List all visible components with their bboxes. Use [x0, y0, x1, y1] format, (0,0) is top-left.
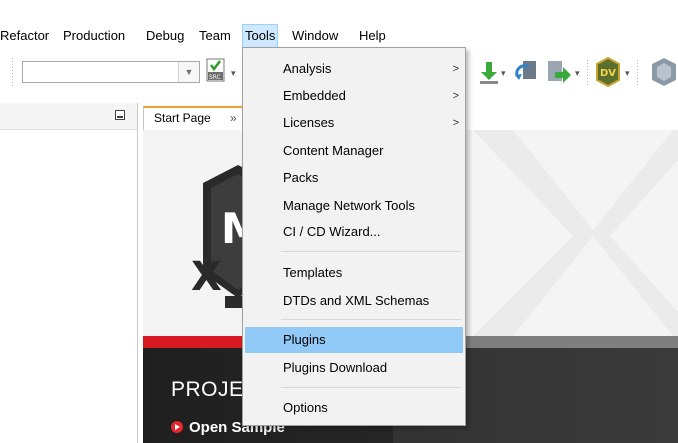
menu-item-label: Plugins Download: [283, 360, 388, 375]
menu-item-label: CI / CD Wizard...: [283, 224, 381, 239]
menu-item-options[interactable]: Options: [245, 395, 463, 421]
dv-icon[interactable]: DV: [595, 56, 621, 90]
menu-item-plugins[interactable]: Plugins: [245, 327, 463, 353]
menu-item-templates[interactable]: Templates: [245, 260, 463, 286]
projects-section-title: PROJE: [171, 378, 244, 401]
menu-item-label: Templates: [283, 265, 343, 280]
menu-separator: [281, 251, 461, 252]
tab-overflow-icon[interactable]: »: [230, 108, 237, 128]
menu-item-label: Analysis: [283, 61, 332, 76]
menu-window[interactable]: Window: [292, 24, 338, 48]
reload-icon[interactable]: [511, 58, 539, 89]
program-device-icon[interactable]: [545, 58, 573, 89]
menu-item-licenses[interactable]: Licenses >: [245, 110, 463, 136]
minimize-icon[interactable]: [115, 110, 125, 120]
menu-item-label: Packs: [283, 170, 319, 185]
menu-item-label: DTDs and XML Schemas: [283, 293, 430, 308]
left-panel: [0, 103, 138, 443]
window-top-strip: [0, 0, 678, 24]
program-dropdown-icon[interactable]: ▾: [575, 68, 580, 79]
menubar: Refactor Production Debug Team Tools Win…: [0, 24, 678, 48]
menu-team[interactable]: Team: [199, 24, 231, 48]
src-build-icon[interactable]: SRC: [205, 58, 229, 87]
menu-item-label: Manage Network Tools: [283, 198, 415, 213]
download-icon[interactable]: [476, 60, 502, 89]
tools-menu-dropdown: Analysis > Embedded > Licenses > Content…: [242, 47, 466, 426]
menu-item-label: Licenses: [283, 115, 335, 130]
dv-dropdown-icon[interactable]: ▾: [625, 68, 630, 79]
menu-separator: [281, 319, 461, 320]
submenu-arrow-icon: >: [452, 117, 459, 129]
svg-text:SRC: SRC: [209, 74, 221, 81]
menu-item-embedded[interactable]: Embedded >: [245, 83, 463, 109]
toolbar-separator: [637, 60, 638, 86]
submenu-arrow-icon: >: [452, 90, 459, 102]
menu-tools[interactable]: Tools: [242, 24, 279, 48]
menu-refactor[interactable]: Refactor: [0, 24, 49, 48]
menu-production[interactable]: Production: [63, 24, 125, 48]
menu-item-ci-cd-wizard[interactable]: CI / CD Wizard...: [245, 219, 463, 245]
mplab-icon[interactable]: [650, 57, 678, 90]
menu-item-content-manager[interactable]: Content Manager: [245, 138, 463, 164]
tab-start-page[interactable]: Start Page »: [143, 106, 251, 130]
submenu-arrow-icon: >: [452, 63, 459, 75]
toolbar-separator: [12, 58, 13, 88]
tab-start-page-label: Start Page: [154, 111, 211, 125]
menu-separator: [281, 387, 461, 388]
left-panel-header: [0, 103, 137, 130]
menu-item-dtds-xml-schemas[interactable]: DTDs and XML Schemas: [245, 288, 463, 314]
menu-item-manage-network-tools[interactable]: Manage Network Tools: [245, 193, 463, 219]
menu-item-label: Content Manager: [283, 143, 384, 158]
svg-text:X: X: [191, 254, 222, 300]
menu-item-plugins-download[interactable]: Plugins Download: [245, 355, 463, 381]
menu-help[interactable]: Help: [359, 24, 386, 48]
menu-item-label: Options: [283, 400, 328, 415]
svg-text:DV: DV: [600, 68, 616, 79]
menu-item-label: Embedded: [283, 88, 346, 103]
menu-item-analysis[interactable]: Analysis >: [245, 56, 463, 82]
background-x-watermark-icon: [473, 130, 678, 336]
chevron-down-icon[interactable]: ▼: [178, 62, 199, 82]
configuration-combo[interactable]: ▼: [22, 61, 200, 83]
toolbar-separator: [587, 60, 588, 86]
src-dropdown-icon[interactable]: ▾: [231, 68, 236, 79]
menu-item-label: Plugins: [283, 332, 326, 347]
play-icon: [171, 421, 183, 433]
menu-debug[interactable]: Debug: [146, 24, 184, 48]
menu-item-packs[interactable]: Packs: [245, 165, 463, 191]
download-dropdown-icon[interactable]: ▾: [501, 68, 506, 79]
